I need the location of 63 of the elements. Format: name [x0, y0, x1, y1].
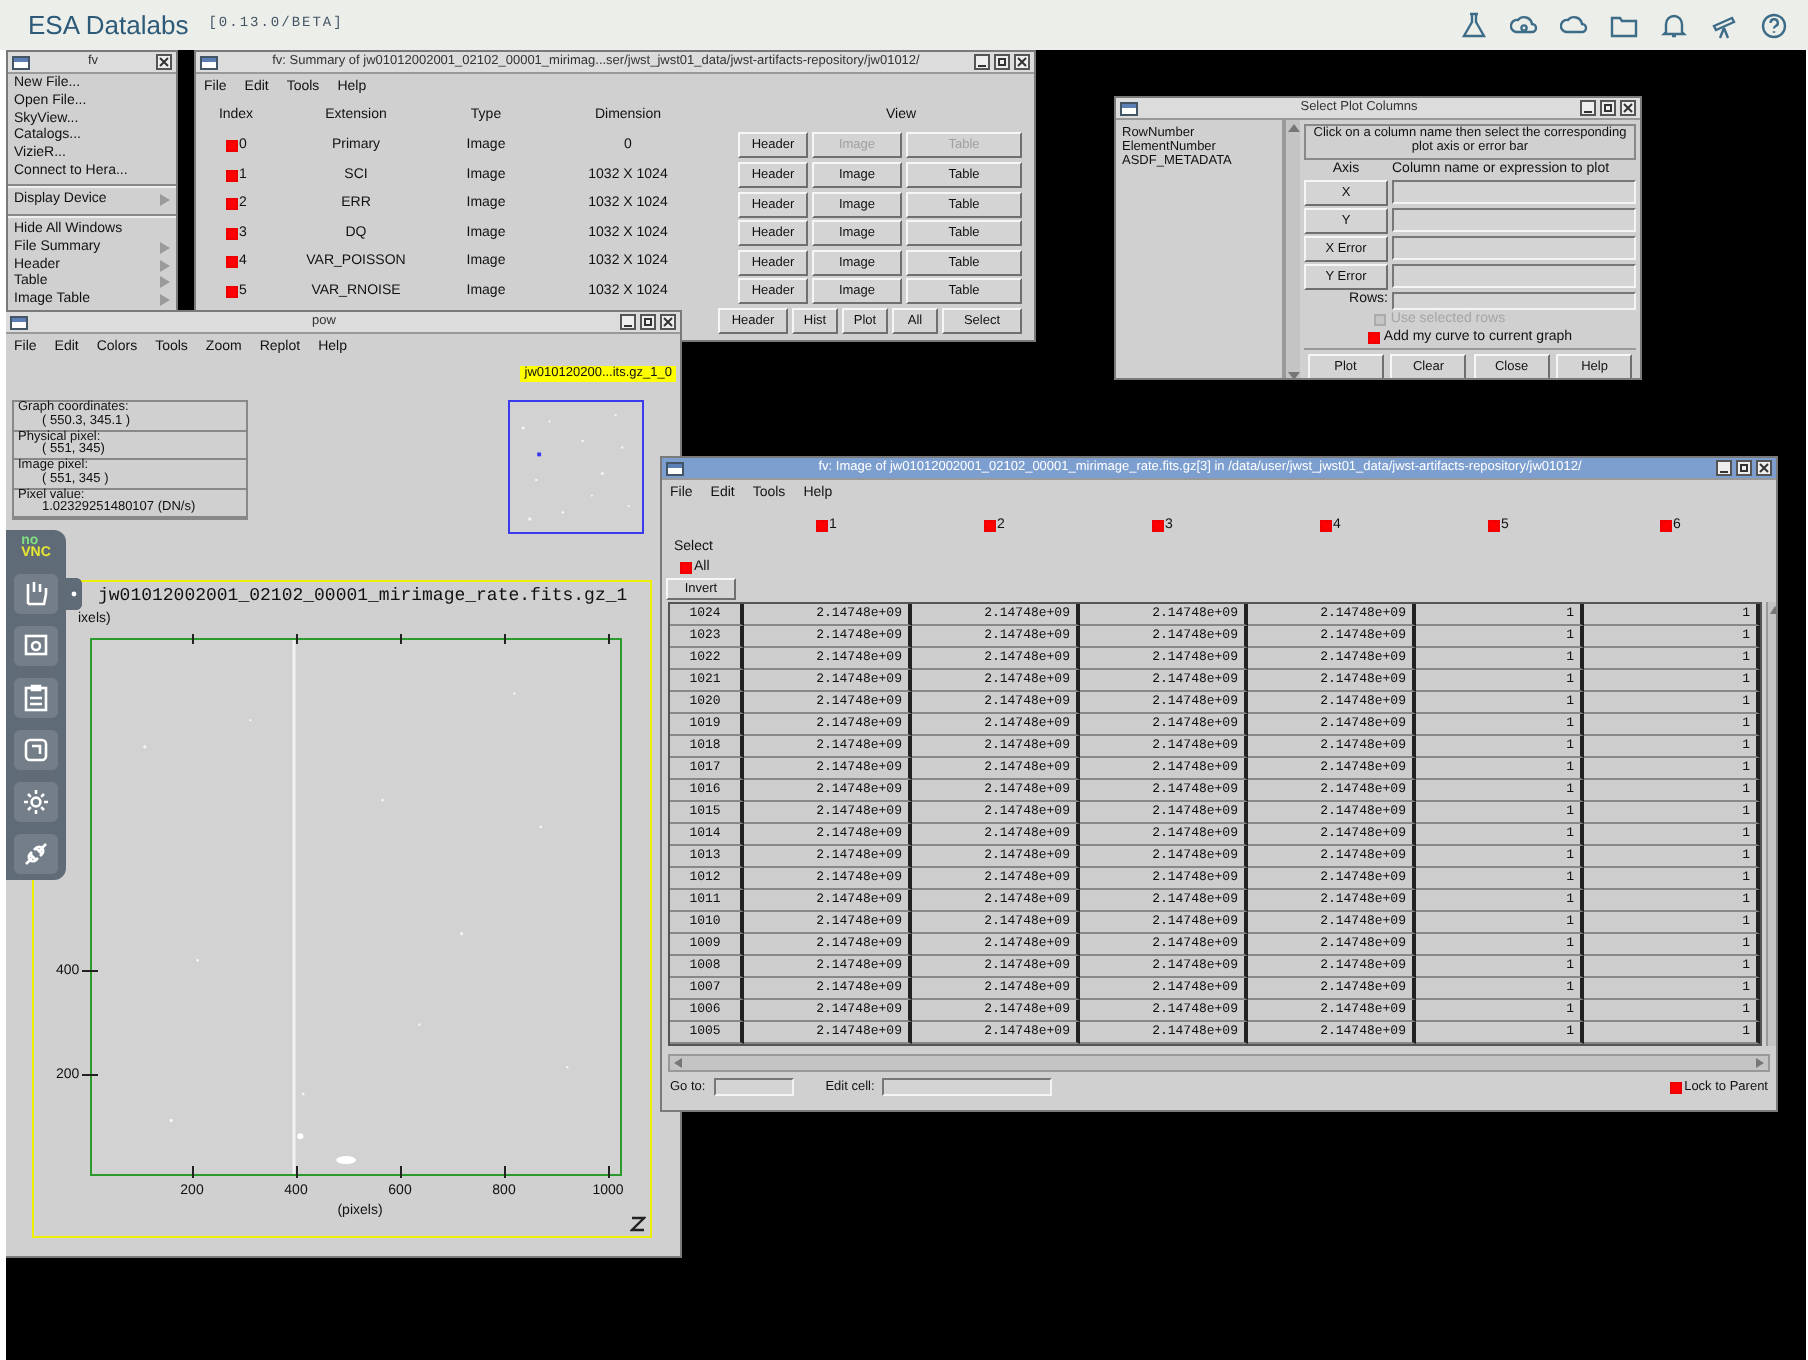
window-menu-icon[interactable]	[10, 315, 28, 329]
maximize-button[interactable]	[1600, 100, 1616, 116]
expression-field[interactable]	[1392, 208, 1636, 233]
plot-title: jw01012002001_02102_00001_mirimage_rate.fits.gz_1	[98, 588, 628, 607]
expression-field[interactable]	[1392, 180, 1636, 205]
checkbox[interactable]	[1151, 519, 1164, 532]
close-button[interactable]	[156, 54, 172, 70]
bell-icon[interactable]	[1660, 11, 1688, 39]
checkbox[interactable]	[1487, 519, 1500, 532]
expression-field[interactable]	[1392, 264, 1636, 289]
expression-field[interactable]	[1392, 236, 1636, 261]
scrollbar[interactable]	[668, 1054, 1770, 1073]
edit-cell-field[interactable]	[882, 1078, 1053, 1097]
telescope-icon[interactable]	[1710, 11, 1738, 39]
checkbox[interactable]	[680, 562, 692, 575]
cloud-icon[interactable]	[1560, 11, 1588, 39]
close-button[interactable]	[1756, 460, 1772, 476]
submenu-arrow-icon	[160, 194, 170, 207]
window-menu-icon[interactable]	[12, 55, 30, 69]
close-button[interactable]	[660, 314, 676, 330]
help-icon[interactable]	[1760, 11, 1788, 39]
window-menu-icon[interactable]	[200, 55, 218, 69]
checkbox[interactable]	[1367, 331, 1380, 344]
checkbox[interactable]	[225, 198, 238, 211]
checkbox[interactable]	[983, 519, 996, 532]
checkbox[interactable]	[225, 169, 238, 182]
checkbox[interactable]	[1670, 1081, 1683, 1094]
screen-icon[interactable]	[14, 625, 58, 666]
resize-icon[interactable]	[630, 1216, 646, 1233]
checkbox[interactable]	[815, 519, 828, 532]
checkbox[interactable]	[225, 139, 238, 152]
maximize-button[interactable]	[640, 314, 656, 330]
clipboard-icon[interactable]	[14, 677, 58, 718]
window-menu-icon[interactable]	[1120, 101, 1138, 115]
maximize-button[interactable]	[994, 54, 1010, 70]
panel-handle[interactable]	[66, 578, 82, 610]
checkbox[interactable]	[225, 285, 238, 298]
fullscreen-icon[interactable]	[14, 729, 58, 770]
app-title: ESA Datalabs	[28, 7, 189, 44]
minimize-button[interactable]	[1716, 460, 1732, 476]
minimize-button[interactable]	[620, 314, 636, 330]
disconnect-icon[interactable]	[14, 833, 58, 874]
scrollbar[interactable]	[1284, 120, 1300, 378]
goto-field[interactable]	[713, 1078, 794, 1097]
minimize-button[interactable]	[974, 54, 990, 70]
rows-field[interactable]	[1392, 291, 1636, 310]
folder-icon[interactable]	[1610, 11, 1638, 39]
scroll-left-icon[interactable]	[670, 1056, 686, 1071]
close-button[interactable]	[1620, 100, 1636, 116]
checkbox[interactable]	[225, 227, 238, 240]
close-button[interactable]	[1014, 54, 1030, 70]
scrollbar[interactable]	[1766, 602, 1776, 1047]
settings-icon[interactable]	[14, 781, 58, 822]
window-menu-icon[interactable]	[666, 461, 684, 475]
scroll-right-icon[interactable]	[1752, 1056, 1768, 1071]
minimize-button[interactable]	[1580, 100, 1596, 116]
maximize-button[interactable]	[1736, 460, 1752, 476]
flask-icon[interactable]	[1460, 11, 1488, 39]
cloud-gear-icon[interactable]	[1510, 11, 1538, 39]
checkbox[interactable]	[1319, 519, 1332, 532]
hand-icon[interactable]	[14, 573, 58, 614]
checkbox[interactable]	[225, 256, 238, 269]
checkbox[interactable]	[1659, 519, 1672, 532]
